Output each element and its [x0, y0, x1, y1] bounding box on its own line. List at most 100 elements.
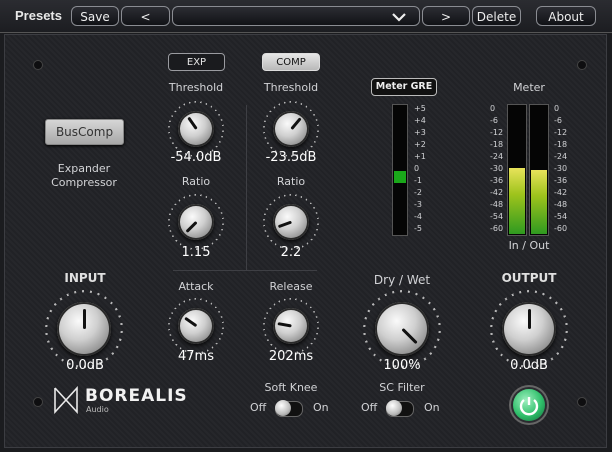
- meter-scale-tick: 0: [554, 104, 560, 113]
- output-value: 0.0dB: [510, 358, 548, 373]
- about-button[interactable]: About: [536, 6, 596, 26]
- meter-scale-tick: -60: [490, 224, 504, 233]
- drywet-value: 100%: [383, 358, 421, 373]
- output-meter: [529, 104, 549, 236]
- input-meter: [507, 104, 527, 236]
- input-knob[interactable]: [45, 290, 123, 368]
- scfilter-off-label: Off: [361, 401, 378, 414]
- attack-knob[interactable]: [168, 298, 224, 354]
- input-label: INPUT: [64, 271, 106, 285]
- meter-scale-tick: -36: [490, 176, 504, 185]
- meter-scale-tick: -54: [490, 212, 504, 221]
- screw-icon: [577, 60, 587, 70]
- preset-dropdown[interactable]: [172, 6, 420, 26]
- scfilter-label: SC Filter: [379, 381, 425, 394]
- output-meter-fill: [531, 170, 547, 234]
- gre-scale-tick: -4: [414, 212, 422, 221]
- gre-scale-tick: 0: [414, 164, 420, 173]
- comp-threshold-label: Threshold: [263, 81, 319, 94]
- drywet-knob[interactable]: [363, 290, 441, 368]
- exp-threshold-knob[interactable]: [168, 101, 224, 157]
- power-button[interactable]: [513, 389, 545, 421]
- borealis-logo: BOREALIS Audio: [53, 386, 223, 416]
- presets-label: Presets: [15, 8, 62, 23]
- exp-threshold-label: Threshold: [168, 81, 224, 94]
- gre-scale-tick: -1: [414, 176, 422, 185]
- meter-gre-label: Meter GRE: [375, 81, 433, 92]
- meter-scale-tick: -54: [554, 212, 568, 221]
- output-knob[interactable]: [490, 290, 568, 368]
- gre-level-bar: [394, 171, 406, 183]
- meter-scale-tick: -18: [554, 140, 568, 149]
- in-out-label: In / Out: [508, 239, 550, 252]
- release-knob[interactable]: [263, 298, 319, 354]
- meter-scale-tick: 0: [490, 104, 496, 113]
- screw-icon: [33, 60, 43, 70]
- meter-gre-button[interactable]: Meter GRE: [371, 78, 437, 96]
- scfilter-toggle[interactable]: [386, 400, 414, 417]
- release-value: 202ms: [268, 349, 314, 364]
- meter-scale-tick: -24: [554, 152, 568, 161]
- exp-ratio-knob[interactable]: [168, 194, 224, 250]
- comp-ratio-knob[interactable]: [263, 194, 319, 250]
- screw-icon: [33, 397, 43, 407]
- exp-ratio-value: 1.15: [181, 245, 211, 260]
- comp-mode-button[interactable]: COMP: [262, 53, 320, 71]
- meter-scale-tick: -12: [554, 128, 568, 137]
- exp-mode-button[interactable]: EXP: [168, 53, 225, 71]
- meter-scale-tick: -36: [554, 176, 568, 185]
- mode-line2: Compressor: [51, 176, 117, 189]
- attack-label: Attack: [178, 280, 214, 293]
- gre-scale-tick: +3: [414, 128, 426, 137]
- output-label: OUTPUT: [501, 271, 557, 285]
- meter-scale-tick: -42: [490, 188, 504, 197]
- gre-scale-tick: +5: [414, 104, 426, 113]
- meter-scale-tick: -24: [490, 152, 504, 161]
- meter-scale-tick: -12: [490, 128, 504, 137]
- input-meter-fill: [509, 167, 525, 234]
- comp-threshold-value: -23.5dB: [265, 150, 317, 165]
- exp-ratio-label: Ratio: [181, 175, 211, 188]
- softknee-toggle[interactable]: [275, 400, 303, 417]
- gre-scale-tick: -2: [414, 188, 422, 197]
- release-label: Release: [269, 280, 313, 293]
- brand-sub: Audio: [86, 405, 109, 414]
- power-icon: [519, 397, 539, 416]
- gre-scale-tick: +4: [414, 116, 426, 125]
- meter-scale-tick: -6: [554, 116, 562, 125]
- prev-preset-button[interactable]: <: [121, 6, 170, 26]
- drywet-label: Dry / Wet: [373, 273, 431, 287]
- gre-scale-tick: +2: [414, 140, 426, 149]
- meter-scale-tick: -30: [554, 164, 568, 173]
- meter-scale-tick: -48: [554, 200, 568, 209]
- next-preset-button[interactable]: >: [422, 6, 470, 26]
- borealis-logo-icon: [54, 386, 78, 414]
- gre-scale-tick: -5: [414, 224, 422, 233]
- meter-scale-tick: -30: [490, 164, 504, 173]
- buscomp-button[interactable]: BusComp: [45, 119, 124, 145]
- buscomp-label: BusComp: [55, 125, 114, 139]
- meter-scale-tick: -60: [554, 224, 568, 233]
- gain-reduction-meter: [392, 104, 408, 236]
- gre-scale-tick: +1: [414, 152, 426, 161]
- meter-scale-tick: -42: [554, 188, 568, 197]
- meter-scale-tick: -18: [490, 140, 504, 149]
- meter-scale-tick: -6: [490, 116, 498, 125]
- section-divider: [246, 105, 247, 270]
- meter-scale-tick: -48: [490, 200, 504, 209]
- mode-line1: Expander: [57, 162, 111, 175]
- comp-ratio-value: 2.2: [280, 245, 302, 260]
- softknee-off-label: Off: [250, 401, 267, 414]
- brand-name: BOREALIS: [85, 386, 188, 406]
- meter-label: Meter: [513, 81, 545, 94]
- screw-icon: [577, 397, 587, 407]
- top-bar: Presets Save < > Delete About: [0, 0, 612, 33]
- attack-value: 47ms: [178, 349, 214, 364]
- comp-threshold-knob[interactable]: [263, 101, 319, 157]
- delete-button[interactable]: Delete: [472, 6, 521, 26]
- softknee-label: Soft Knee: [264, 381, 318, 394]
- input-value: 0.0dB: [66, 358, 104, 373]
- chevron-down-icon: [392, 13, 406, 22]
- section-divider: [173, 270, 317, 271]
- save-button[interactable]: Save: [71, 6, 119, 26]
